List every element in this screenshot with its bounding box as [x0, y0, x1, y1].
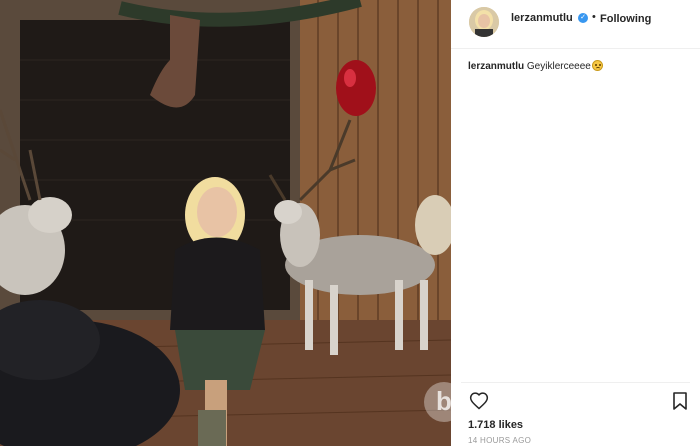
post-timestamp[interactable]: 14 HOURS AGO [468, 436, 531, 445]
actions-divider [461, 382, 690, 383]
likes-count[interactable]: 1.718 likes [468, 419, 523, 431]
post-header: lerzanmutlu ✓ • Following [451, 0, 700, 49]
bookmark-icon[interactable] [672, 392, 688, 410]
avatar-image [469, 7, 499, 37]
username-link[interactable]: lerzanmutlu [511, 12, 573, 24]
verified-badge-icon: ✓ [578, 13, 588, 23]
post-sidebar: lerzanmutlu ✓ • Following lerzanmutlu Ge… [451, 0, 700, 446]
avatar[interactable] [469, 7, 499, 37]
photo-scene [0, 0, 451, 446]
caption-username[interactable]: lerzanmutlu [468, 61, 524, 72]
heart-icon[interactable] [469, 391, 489, 411]
caption-text: Geyiklerceeee [526, 61, 591, 72]
separator-dot: • [592, 11, 596, 23]
following-button[interactable]: Following [600, 13, 651, 25]
caption: lerzanmutlu Geyiklerceeee [468, 60, 603, 72]
smile-emoji-icon [591, 60, 603, 71]
post-photo[interactable]: b [0, 0, 451, 446]
